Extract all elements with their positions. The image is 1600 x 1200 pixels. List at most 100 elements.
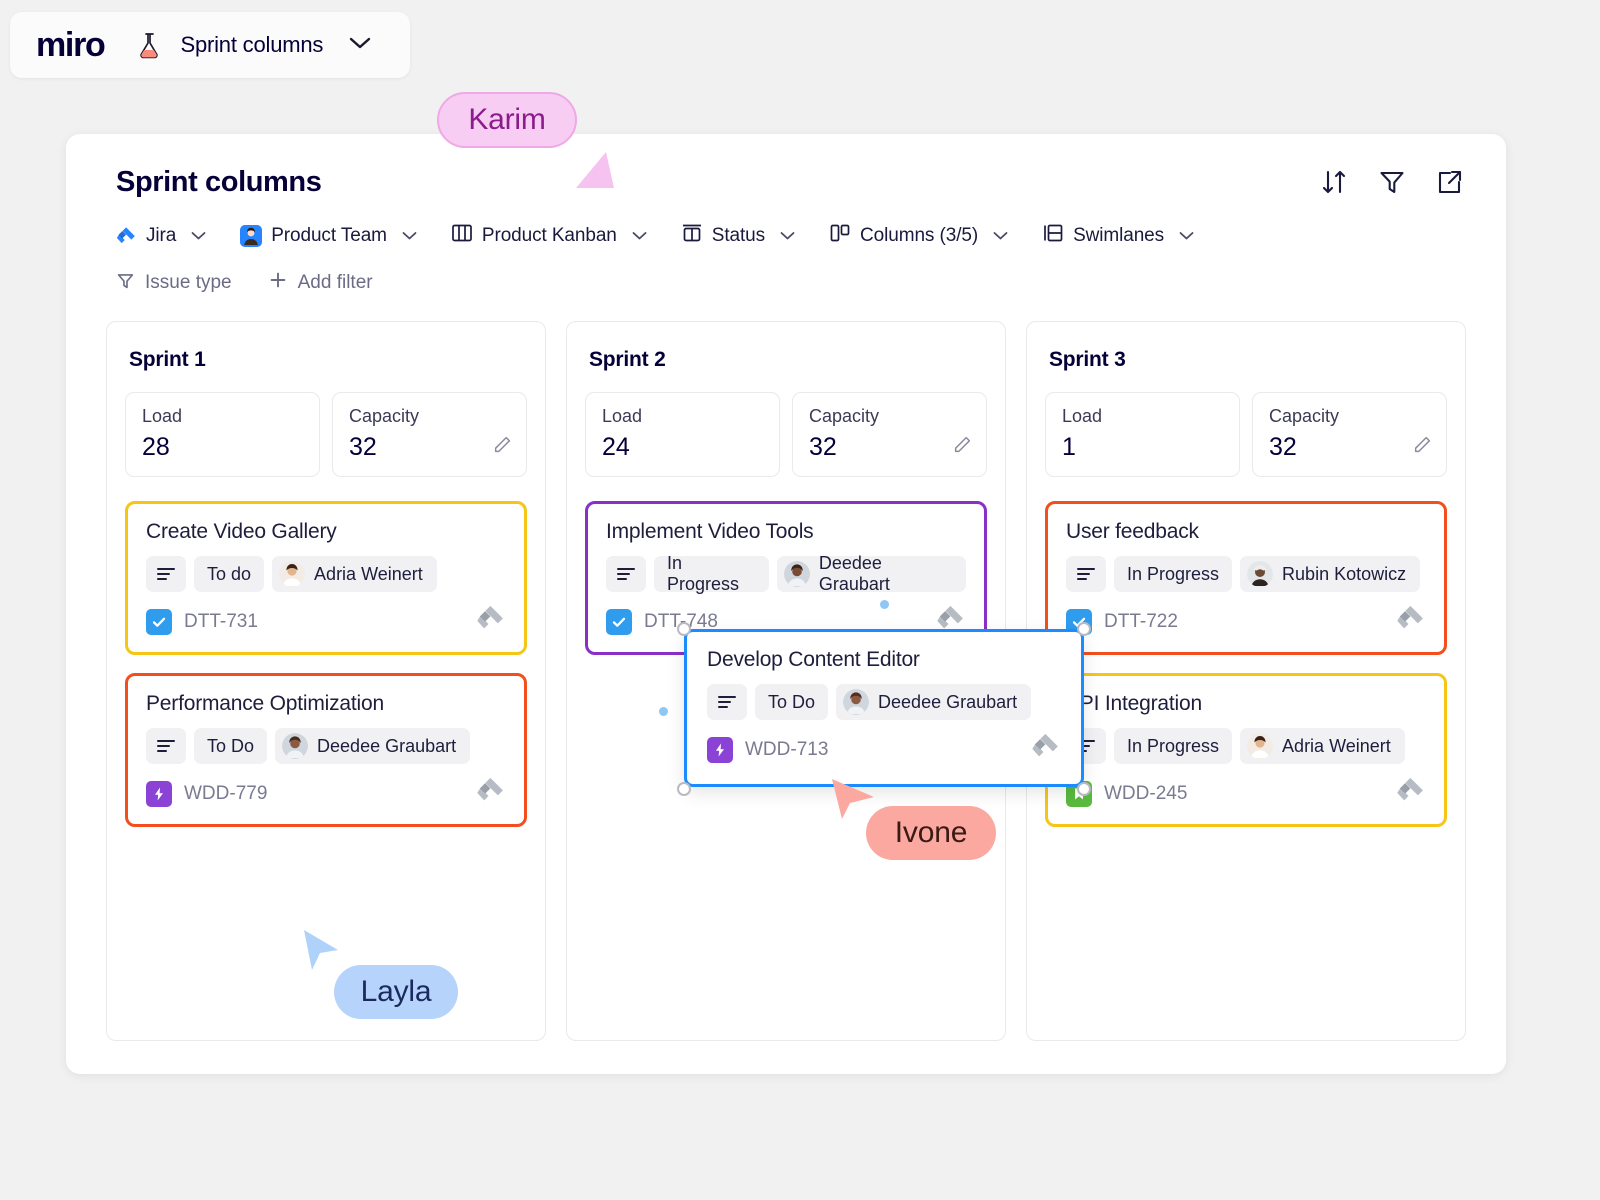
capacity-stat[interactable]: Capacity 32: [1252, 392, 1447, 477]
filter-row: Issue type Add filter: [116, 270, 373, 296]
source-product-team[interactable]: Product Team: [240, 225, 417, 247]
sort-arrows-icon[interactable]: [1320, 168, 1348, 196]
capacity-stat[interactable]: Capacity 32: [792, 392, 987, 477]
column-stats: Load 1 Capacity 32: [1045, 392, 1447, 477]
task-title: User feedback: [1066, 520, 1426, 544]
screen: miro Sprint columns Sprint columns: [0, 0, 1600, 1200]
column-stats: Load 24 Capacity 32: [585, 392, 987, 477]
chevron-down-icon[interactable]: [632, 225, 647, 247]
load-stat: Load 1: [1045, 392, 1240, 477]
page-title: Sprint columns: [116, 166, 321, 199]
task-status: To do: [194, 556, 264, 592]
task-title: Develop Content Editor: [707, 648, 1061, 672]
capacity-stat[interactable]: Capacity 32: [332, 392, 527, 477]
filter-issue-type[interactable]: Issue type: [116, 271, 232, 296]
jira-logo-icon: [1396, 776, 1426, 811]
assignee-name: Rubin Kotowicz: [1282, 564, 1406, 585]
source-status[interactable]: Status: [681, 222, 795, 250]
task-assignee: Adria Weinert: [1240, 728, 1405, 764]
task-status: In Progress: [1114, 556, 1232, 592]
data-source-row: Jira Product Team: [116, 222, 1228, 250]
source-product-kanban-label: Product Kanban: [482, 225, 617, 247]
jira-logo-icon: [1396, 604, 1426, 639]
pencil-edit-icon[interactable]: [492, 435, 512, 460]
bolt-epic-icon: [146, 781, 172, 807]
avatar: [1247, 561, 1273, 587]
load-value: 1: [1062, 433, 1223, 462]
add-filter-label: Add filter: [298, 272, 373, 294]
task-footer: WDD-245: [1066, 778, 1426, 810]
chevron-down-icon[interactable]: [402, 225, 417, 247]
bolt-epic-icon: [707, 737, 733, 763]
cursor-karim-pointer: [572, 148, 624, 201]
column-stats: Load 28 Capacity 32: [125, 392, 527, 477]
resize-handle-top-left[interactable]: [677, 622, 691, 636]
description-icon: [146, 728, 186, 764]
task-status: In Progress: [654, 556, 769, 592]
task-assignee: Deedee Graubart: [275, 728, 470, 764]
chevron-down-icon[interactable]: [993, 225, 1008, 247]
capacity-label: Capacity: [809, 406, 970, 427]
add-filter-button[interactable]: Add filter: [268, 270, 373, 296]
resize-handle-bottom-left[interactable]: [677, 782, 691, 796]
task-footer: DTT-731: [146, 606, 506, 638]
panel-actions: [1320, 168, 1464, 196]
swimlanes-icon: [1042, 222, 1064, 250]
source-product-kanban[interactable]: Product Kanban: [451, 222, 647, 250]
task-assignee: Deedee Graubart: [836, 684, 1031, 720]
load-stat: Load 24: [585, 392, 780, 477]
board-columns-icon: [451, 222, 473, 250]
pencil-edit-icon[interactable]: [952, 435, 972, 460]
status-table-icon: [681, 222, 703, 250]
task-check-icon: [146, 609, 172, 635]
assignee-name: Deedee Graubart: [819, 553, 952, 595]
task-key: WDD-779: [184, 783, 267, 805]
chevron-down-icon[interactable]: [1179, 225, 1194, 247]
task-meta: In Progress Rubin Kotowicz: [1066, 556, 1426, 592]
assignee-name: Deedee Graubart: [878, 692, 1017, 713]
task-card[interactable]: Create Video Gallery To do: [125, 501, 527, 655]
task-assignee: Adria Weinert: [272, 556, 437, 592]
task-meta: To Do Deedee Graubart: [707, 684, 1061, 720]
source-status-label: Status: [712, 225, 765, 247]
task-card[interactable]: Performance Optimization To Do: [125, 673, 527, 827]
column-sprint-3: Sprint 3 Load 1 Capacity 32: [1026, 321, 1466, 1041]
avatar: [1247, 733, 1273, 759]
task-title: Performance Optimization: [146, 692, 506, 716]
miro-toolbar: miro Sprint columns: [10, 12, 410, 78]
task-card[interactable]: User feedback In Progress: [1045, 501, 1447, 655]
load-label: Load: [1062, 406, 1223, 427]
assignee-name: Adria Weinert: [1282, 736, 1391, 757]
task-title: Create Video Gallery: [146, 520, 506, 544]
task-meta: In Progress Deedee Graubart: [606, 556, 966, 592]
funnel-icon[interactable]: [1378, 168, 1406, 196]
selection-dot: [659, 707, 668, 716]
resize-handle-bottom-right[interactable]: [1077, 782, 1091, 796]
board-name[interactable]: Sprint columns: [180, 32, 323, 58]
chevron-down-icon[interactable]: [349, 36, 371, 55]
column-title: Sprint 2: [589, 348, 983, 372]
miro-logo[interactable]: miro: [36, 26, 104, 65]
resize-handle-top-right[interactable]: [1077, 622, 1091, 636]
avatar: [279, 561, 305, 587]
load-value: 28: [142, 433, 303, 462]
avatar: [784, 561, 810, 587]
capacity-label: Capacity: [349, 406, 510, 427]
source-jira[interactable]: Jira: [116, 225, 206, 247]
dragged-task-card[interactable]: Develop Content Editor To Do Deedee Grau…: [684, 629, 1084, 787]
pencil-edit-icon[interactable]: [1412, 435, 1432, 460]
source-product-team-label: Product Team: [271, 225, 387, 247]
task-meta: To do Adria Weinert: [146, 556, 506, 592]
task-title: Implement Video Tools: [606, 520, 966, 544]
column-title: Sprint 1: [129, 348, 523, 372]
chevron-down-icon[interactable]: [191, 225, 206, 247]
source-columns[interactable]: Columns (3/5): [829, 222, 1008, 250]
task-footer: WDD-713: [707, 734, 1061, 766]
chevron-down-icon[interactable]: [780, 225, 795, 247]
task-card[interactable]: API Integration In Progress: [1045, 673, 1447, 827]
external-link-icon[interactable]: [1436, 168, 1464, 196]
capacity-value: 32: [349, 433, 510, 462]
assignee-name: Adria Weinert: [314, 564, 423, 585]
flask-icon: [132, 28, 166, 62]
source-swimlanes[interactable]: Swimlanes: [1042, 222, 1194, 250]
